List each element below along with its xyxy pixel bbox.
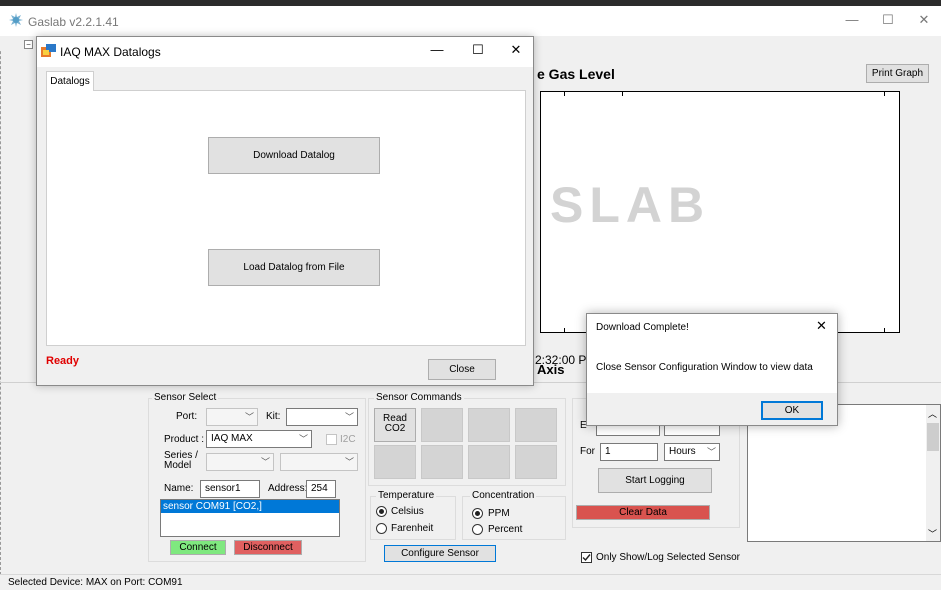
chevron-down-icon: ﹀ xyxy=(260,457,270,467)
command-slot xyxy=(515,445,557,479)
i2c-checkbox[interactable] xyxy=(326,434,337,445)
sensor-list-item[interactable]: sensor COM91 [CO2,] xyxy=(161,500,339,513)
graph-title: e Gas Level xyxy=(537,66,615,82)
address-field[interactable]: 254 xyxy=(306,480,336,498)
datalog-dialog-title: IAQ MAX Datalogs xyxy=(60,45,161,59)
concentration-group-label: Concentration xyxy=(470,490,537,501)
chevron-down-icon: ﹀ xyxy=(344,457,354,467)
gaslab-app-icon xyxy=(8,12,24,28)
duration-unit-select[interactable]: Hours ﹀ xyxy=(664,443,720,461)
scroll-down-icon[interactable]: ﹀ xyxy=(928,527,937,540)
print-graph-button[interactable]: Print Graph xyxy=(866,64,929,83)
dialog-maximize-button[interactable]: ☐ xyxy=(466,40,490,60)
command-slot xyxy=(421,445,463,479)
command-slot xyxy=(468,445,510,479)
main-window-title: Gaslab v2.2.1.41 xyxy=(28,15,119,29)
ok-button[interactable]: OK xyxy=(761,401,823,420)
product-select[interactable]: IAQ MAX ﹀ xyxy=(206,430,312,448)
disconnect-button[interactable]: Disconnect xyxy=(234,540,302,555)
checkmark-icon xyxy=(582,554,591,562)
farenheit-label: Farenheit xyxy=(391,523,434,534)
connect-button[interactable]: Connect xyxy=(170,540,226,555)
series-model-label: Series / Model xyxy=(164,450,198,471)
command-slot xyxy=(468,408,510,442)
kit-select[interactable]: ﹀ xyxy=(286,408,358,426)
main-title-bar xyxy=(0,6,941,36)
ppm-radio[interactable] xyxy=(472,508,483,519)
sensor-select-group-label: Sensor Select xyxy=(152,392,219,403)
port-select[interactable]: ﹀ xyxy=(206,408,258,426)
only-show-label: Only Show/Log Selected Sensor xyxy=(596,552,740,563)
gaslab-watermark: SLAB xyxy=(550,177,711,233)
percent-label: Percent xyxy=(488,524,523,535)
i2c-label: I2C xyxy=(340,434,356,445)
message-box-close-button[interactable]: ✕ xyxy=(816,318,827,334)
series-select[interactable]: ﹀ xyxy=(206,453,274,471)
for-field[interactable]: 1 xyxy=(600,443,658,461)
command-slot xyxy=(515,408,557,442)
clear-data-button[interactable]: Clear Data xyxy=(576,505,710,520)
port-label: Port: xyxy=(176,411,198,422)
celsius-radio[interactable] xyxy=(376,506,387,517)
datalogs-tab-panel xyxy=(46,90,526,346)
sensor-commands-group-label: Sensor Commands xyxy=(374,392,464,403)
tab-datalogs[interactable]: Datalogs xyxy=(46,71,94,91)
celsius-label: Celsius xyxy=(391,506,424,517)
plot-tick xyxy=(884,328,885,333)
chevron-down-icon: ﹀ xyxy=(298,434,308,444)
scroll-up-icon[interactable]: ︿ xyxy=(928,407,937,420)
percent-radio[interactable] xyxy=(472,524,483,535)
start-logging-button[interactable]: Start Logging xyxy=(598,468,712,493)
configure-sensor-button[interactable]: Configure Sensor xyxy=(384,545,496,562)
status-bar: Selected Device: MAX on Port: COM91 xyxy=(0,574,941,590)
chevron-down-icon: ﹀ xyxy=(244,412,254,422)
dialog-status-text: Ready xyxy=(46,355,80,367)
load-datalog-button[interactable]: Load Datalog from File xyxy=(208,249,380,286)
temperature-group-label: Temperature xyxy=(376,490,437,501)
chevron-down-icon: ﹀ xyxy=(706,447,716,457)
log-scrollbar[interactable]: ︿ ﹀ xyxy=(926,405,940,541)
model-select[interactable]: ﹀ xyxy=(280,453,358,471)
plot-tick xyxy=(884,91,885,96)
ppm-label: PPM xyxy=(488,508,510,519)
for-label: For xyxy=(580,446,595,457)
main-close-button[interactable]: ✕ xyxy=(912,10,936,30)
x-axis-label: Axis xyxy=(537,362,565,377)
read-co2-button[interactable]: Read CO2 xyxy=(374,408,416,442)
plot-tick xyxy=(564,328,565,333)
sensor-list[interactable]: sensor COM91 [CO2,] xyxy=(160,499,340,537)
message-box-title: Download Complete! xyxy=(596,322,689,333)
dialog-close-action-button[interactable]: Close xyxy=(428,359,496,380)
tree-collapse-toggle[interactable]: − xyxy=(24,40,33,49)
plot-tick xyxy=(564,91,565,96)
scrollbar-thumb[interactable] xyxy=(927,423,939,451)
dialog-minimize-button[interactable]: — xyxy=(425,40,449,60)
main-minimize-button[interactable]: — xyxy=(840,10,864,30)
dialog-app-icon xyxy=(41,44,57,58)
download-datalog-button[interactable]: Download Datalog xyxy=(208,137,380,174)
product-label: Product : xyxy=(164,434,205,445)
chevron-down-icon: ﹀ xyxy=(344,412,354,422)
address-label: Address: xyxy=(268,483,308,494)
command-slot xyxy=(421,408,463,442)
plot-tick xyxy=(622,91,623,96)
message-box-text: Close Sensor Configuration Window to vie… xyxy=(596,362,813,373)
only-show-checkbox[interactable] xyxy=(581,552,592,563)
name-field[interactable]: sensor1 xyxy=(200,480,260,498)
command-slot xyxy=(374,445,416,479)
farenheit-radio[interactable] xyxy=(376,523,387,534)
dialog-close-button[interactable]: ✕ xyxy=(504,40,528,60)
name-label: Name: xyxy=(164,483,194,494)
kit-label: Kit: xyxy=(266,411,281,422)
main-maximize-button[interactable]: ☐ xyxy=(876,10,900,30)
